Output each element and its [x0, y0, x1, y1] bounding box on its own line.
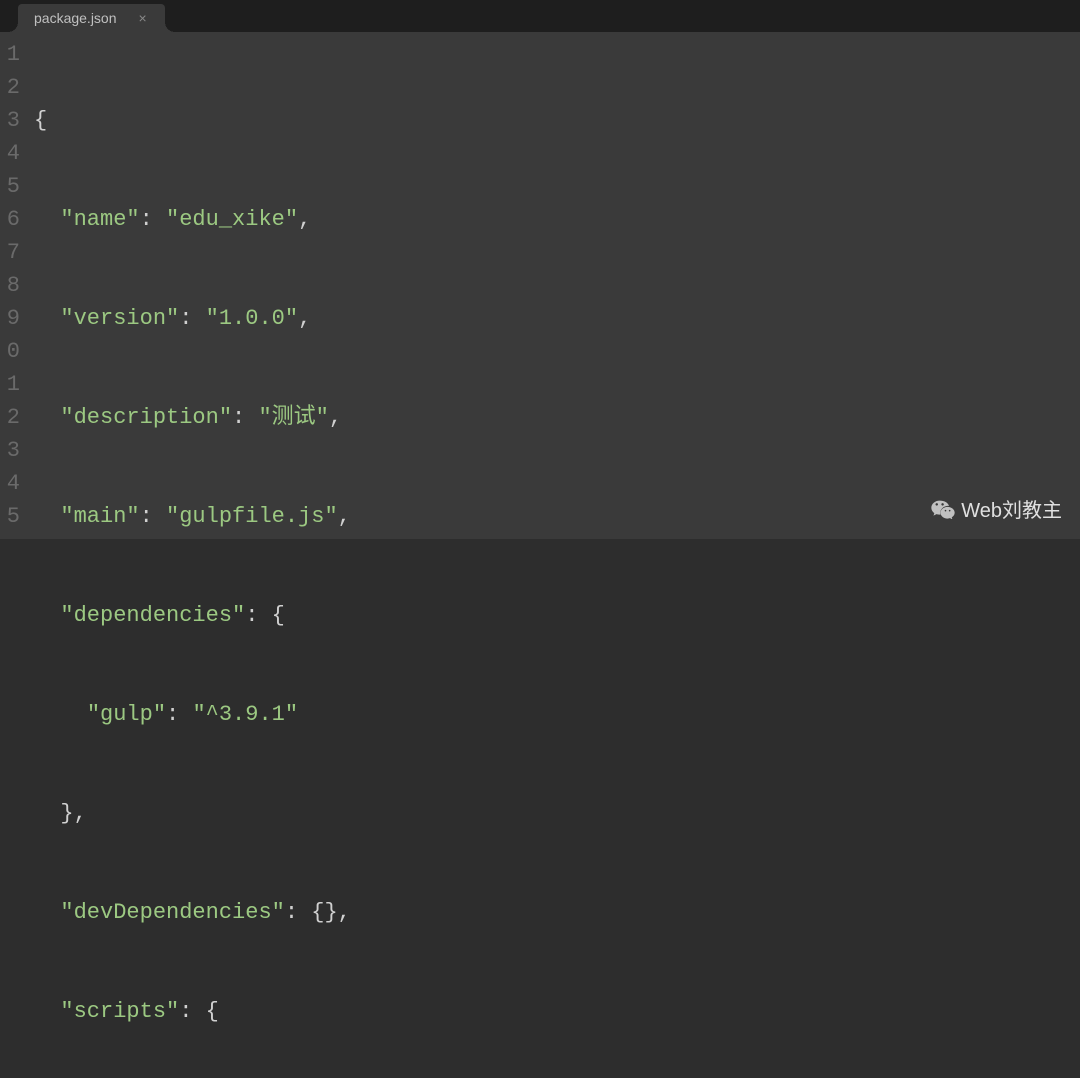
code-line: "dependencies": { [34, 599, 1080, 632]
tab-label: package.json [34, 10, 117, 26]
watermark-text: Web刘教主 [961, 494, 1062, 523]
line-number: 4 [0, 137, 20, 170]
line-number: 0 [0, 335, 20, 368]
line-number: 3 [0, 434, 20, 467]
line-number: 7 [0, 236, 20, 269]
line-number: 2 [0, 71, 20, 104]
code-line: "devDependencies": {}, [34, 896, 1080, 929]
line-number: 8 [0, 269, 20, 302]
line-number: 5 [0, 500, 20, 533]
code-line: "main": "gulpfile.js", [34, 500, 1080, 533]
line-number: 3 [0, 104, 20, 137]
tab-bar: package.json × [0, 0, 1080, 32]
line-number: 1 [0, 368, 20, 401]
line-number: 4 [0, 467, 20, 500]
tab-package-json[interactable]: package.json × [18, 4, 165, 32]
code-line: }, [34, 797, 1080, 830]
code-line: "gulp": "^3.9.1" [34, 698, 1080, 731]
line-number: 9 [0, 302, 20, 335]
line-number: 2 [0, 401, 20, 434]
code-line: "description": "测试", [34, 401, 1080, 434]
code-area[interactable]: { "name": "edu_xike", "version": "1.0.0"… [20, 34, 1080, 539]
line-number: 1 [0, 38, 20, 71]
close-icon[interactable]: × [139, 10, 147, 26]
code-editor[interactable]: 1 2 3 4 5 6 7 8 9 0 1 2 3 4 5 { "name": … [0, 32, 1080, 539]
watermark: Web刘教主 [931, 494, 1062, 523]
line-number: 5 [0, 170, 20, 203]
code-line: "name": "edu_xike", [34, 203, 1080, 236]
wechat-icon [931, 499, 955, 519]
code-line: { [34, 104, 1080, 137]
line-number: 6 [0, 203, 20, 236]
code-line: "version": "1.0.0", [34, 302, 1080, 335]
code-line: "scripts": { [34, 995, 1080, 1028]
line-number-gutter: 1 2 3 4 5 6 7 8 9 0 1 2 3 4 5 [0, 34, 20, 539]
